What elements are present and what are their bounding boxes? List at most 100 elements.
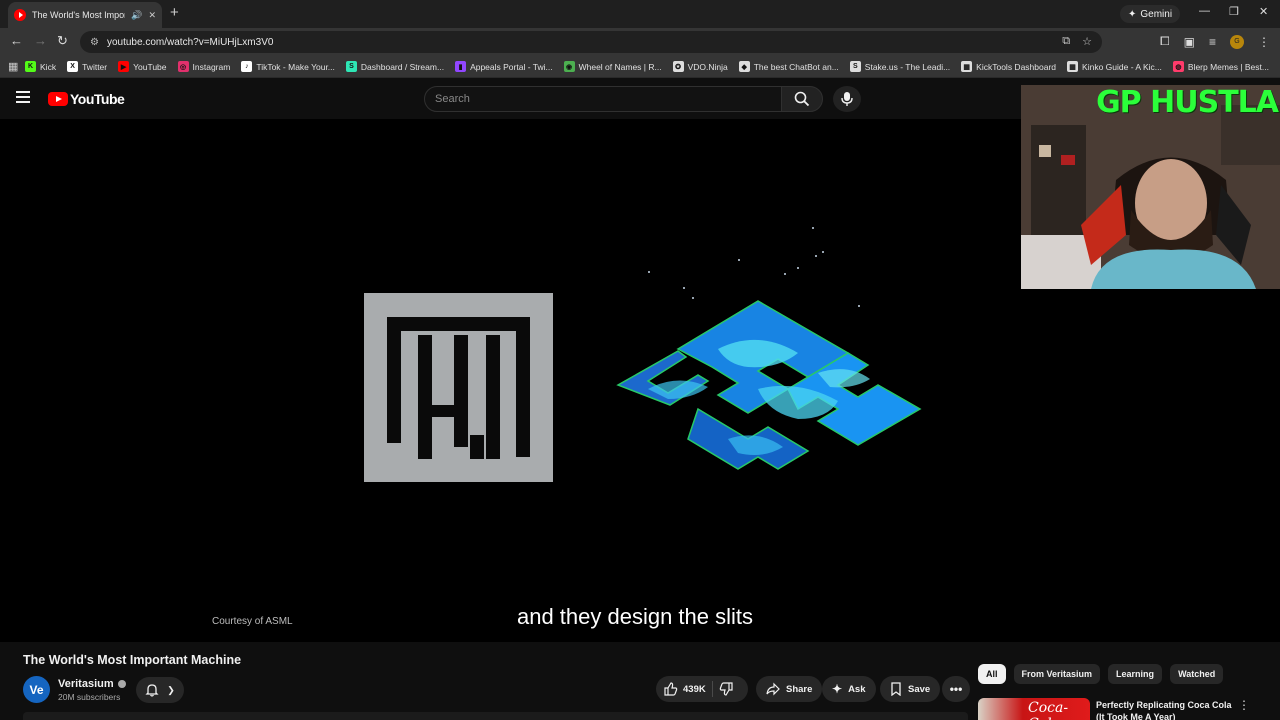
profile-avatar[interactable]: G	[1230, 34, 1244, 49]
bookmark-label: Instagram	[192, 61, 231, 72]
minimize-icon[interactable]: —	[1199, 5, 1210, 17]
menu-icon[interactable]	[16, 91, 30, 105]
extensions-icon[interactable]: ⧠	[1160, 34, 1170, 49]
bookmark-item[interactable]: X Twitter	[67, 61, 107, 72]
bookmark-item[interactable]: ◆ The best ChatBot an...	[738, 61, 839, 72]
new-tab-icon[interactable]: +	[170, 4, 179, 21]
bookmark-label: VDO.Ninja	[687, 61, 728, 72]
share-icon	[766, 682, 780, 696]
bookmark-item[interactable]: K Kick	[25, 61, 56, 72]
channel-avatar[interactable]: Ve	[23, 676, 50, 703]
bookmark-item[interactable]: ▦ KickTools Dashboard	[961, 61, 1056, 72]
bookmark-label: Stake.us - The Leadi...	[864, 61, 951, 72]
thumbnail-coca-cola-text: Coca-Cola	[1028, 700, 1069, 720]
bookmark-label: Appeals Portal - Twi...	[470, 61, 553, 72]
bookmark-favicon-icon: S	[849, 61, 861, 72]
close-tab-icon[interactable]: ✕	[148, 10, 156, 21]
more-vertical-icon[interactable]: ⋮	[1238, 698, 1250, 712]
bookmark-label: Blerp Memes | Best...	[1187, 61, 1269, 72]
bookmark-label: KickTools Dashboard	[976, 61, 1057, 72]
voice-search-button[interactable]	[833, 86, 861, 112]
filter-chip[interactable]: Learning	[1108, 664, 1163, 684]
more-actions-button[interactable]: •••	[942, 676, 970, 702]
recommended-video-title[interactable]: Perfectly Replicating Coca Cola (It Took…	[1096, 699, 1236, 720]
chevron-down-icon: ❯	[167, 684, 175, 695]
bookmark-label: Kinko Guide - A Kic...	[1082, 61, 1162, 72]
browser-tab-bar: The World's Most Important Machine 🔊 ✕ +…	[0, 0, 1280, 28]
streamer-webcam-overlay: GP HUSTLA	[1021, 85, 1280, 289]
bookmark-item[interactable]: ▶ YouTube	[118, 61, 167, 72]
subscriber-count: 20M subscribers	[58, 692, 121, 702]
bookmark-star-icon[interactable]: ☆	[1082, 35, 1092, 48]
bookmark-item[interactable]: ▦ Kinko Guide - A Kic...	[1067, 61, 1162, 72]
browser-menu-icon[interactable]: ⋮	[1258, 35, 1270, 49]
sparkle-icon: ✦	[832, 682, 843, 696]
bookmark-favicon-icon: ▦	[961, 61, 973, 72]
reload-icon[interactable]: ↻	[57, 33, 68, 49]
filter-chip[interactable]: Watched	[1170, 664, 1224, 684]
video-caption: and they design the slits	[516, 604, 754, 629]
share-button[interactable]: Share	[756, 676, 823, 702]
filter-chip[interactable]: From Veritasium	[1013, 664, 1101, 684]
more-horizontal-icon: •••	[949, 682, 963, 696]
browser-tab-active[interactable]: The World's Most Important Machine 🔊 ✕	[8, 2, 162, 28]
gemini-button[interactable]: ✦ Gemini	[1120, 5, 1181, 23]
ask-button[interactable]: ✦ Ask	[822, 676, 876, 702]
bookmark-favicon-icon: ◍	[1172, 61, 1184, 72]
bookmark-label: Kick	[40, 61, 57, 72]
bookmark-item[interactable]: ♪ TikTok - Make Your...	[241, 61, 335, 72]
cast-icon[interactable]: ▣	[1184, 35, 1195, 49]
microphone-icon	[841, 92, 853, 106]
like-button[interactable]: 439K	[664, 682, 706, 696]
bookmark-favicon-icon: ◎	[177, 61, 189, 72]
bookmarks-bar: ▦ K Kick X Twitter ▶ YouTube ◎ Instagram ♪ TikTok…	[0, 56, 1280, 78]
restore-icon[interactable]: ❐	[1229, 5, 1239, 18]
bookmark-label: YouTube	[133, 61, 167, 72]
apps-grid-icon[interactable]: ▦	[8, 60, 25, 73]
description-box-edge	[23, 712, 968, 720]
channel-name-row[interactable]: Veritasium	[58, 678, 126, 690]
search-placeholder: Search	[435, 93, 470, 105]
gemini-label: Gemini	[1140, 8, 1173, 20]
bookmark-item[interactable]: ◍ Blerp Memes | Best...	[1172, 61, 1269, 72]
bookmark-label: Wheel of Names | R...	[578, 61, 662, 72]
bookmark-favicon-icon: K	[25, 61, 37, 72]
video-title: The World's Most Important Machine	[23, 653, 242, 667]
recommended-video-thumbnail[interactable]: Coca-Cola	[978, 698, 1090, 720]
site-settings-icon[interactable]: ⚙	[90, 37, 99, 48]
bookmark-item[interactable]: ◎ Instagram	[177, 61, 231, 72]
close-window-icon[interactable]: ✕	[1259, 5, 1268, 18]
search-input[interactable]: Search	[424, 86, 782, 112]
filter-chip[interactable]: All	[978, 664, 1006, 684]
youtube-play-icon	[48, 92, 68, 106]
recommendation-filter-chips: All From Veritasium Learning Watched	[978, 664, 1224, 684]
bookmark-item[interactable]: ◉ Wheel of Names | R...	[563, 61, 662, 72]
forward-icon[interactable]: →	[34, 33, 47, 48]
speaker-icon[interactable]: 🔊	[131, 10, 142, 21]
media-controls-icon[interactable]: ≡	[1209, 35, 1216, 49]
bell-icon	[145, 684, 159, 697]
install-app-icon[interactable]: ⧉	[1062, 35, 1070, 48]
bookmark-label: The best ChatBot an...	[753, 61, 839, 72]
youtube-logo[interactable]: YouTube	[48, 91, 125, 107]
bookmark-favicon-icon: ▦	[1067, 61, 1079, 72]
bookmark-item[interactable]: ✪ VDO.Ninja	[672, 61, 728, 72]
url-text: youtube.com/watch?v=MiUHjLxm3V0	[106, 36, 274, 48]
save-button[interactable]: Save	[880, 676, 941, 702]
youtube-favicon-icon	[14, 9, 26, 21]
bookmark-item[interactable]: ▮ Appeals Portal - Twi...	[455, 61, 553, 72]
bookmark-favicon-icon: ◆	[738, 61, 750, 72]
bookmark-item[interactable]: S Stake.us - The Leadi...	[849, 61, 951, 72]
address-bar[interactable]: ⚙ youtube.com/watch?v=MiUHjLxm3V0 ⧉ ☆	[80, 31, 1102, 53]
channel-name[interactable]: Veritasium	[58, 678, 114, 690]
bookmark-item[interactable]: S Dashboard / Stream...	[345, 61, 444, 72]
tab-title: The World's Most Important Machine	[32, 10, 125, 20]
back-icon[interactable]: ←	[10, 33, 23, 48]
subscription-notifications-button[interactable]: ❯	[136, 677, 184, 703]
save-label: Save	[908, 683, 931, 695]
ask-label: Ask	[848, 683, 866, 695]
bookmark-favicon-icon: ▶	[118, 61, 130, 72]
verified-badge-icon	[117, 680, 126, 688]
thumbs-down-icon[interactable]	[719, 682, 733, 696]
search-button[interactable]	[781, 86, 823, 112]
